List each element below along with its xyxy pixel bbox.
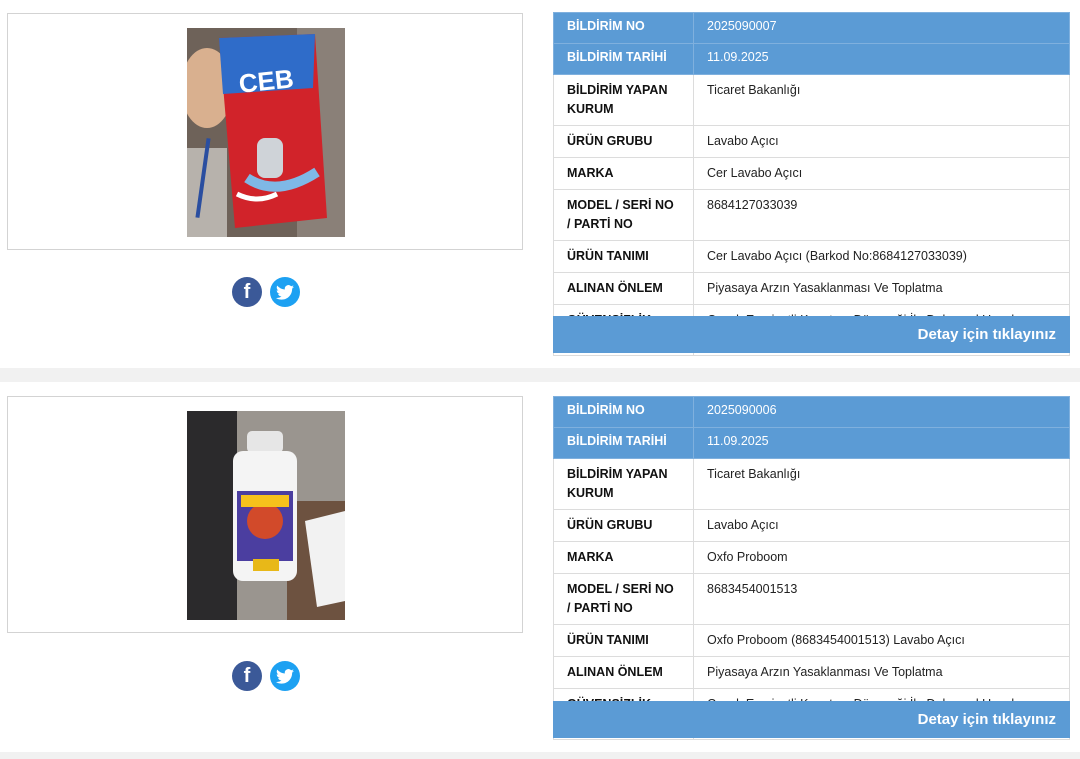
facebook-glyph: f xyxy=(243,280,251,303)
facebook-icon[interactable]: f xyxy=(232,277,262,307)
photo-brand-text: CEB xyxy=(237,63,295,99)
field-value: 11.09.2025 xyxy=(693,427,1070,459)
product-image-frame xyxy=(7,396,523,633)
field-label: BİLDİRİM TARİHİ xyxy=(553,427,694,459)
field-value: Ticaret Bakanlığı xyxy=(693,458,1070,510)
record-card: f BİLDİRİM NO 2025090006 BİLDİRİM TARİHİ… xyxy=(0,382,1080,752)
twitter-icon[interactable] xyxy=(270,277,300,307)
table-row: ÜRÜN GRUBU Lavabo Açıcı xyxy=(553,509,1070,542)
product-image-frame: CEB xyxy=(7,13,523,250)
field-label: MODEL / SERİ NO / PARTİ NO xyxy=(553,573,694,625)
table-row: BİLDİRİM TARİHİ 11.09.2025 xyxy=(553,427,1070,459)
field-label: BİLDİRİM YAPAN KURUM xyxy=(553,458,694,510)
field-label: BİLDİRİM TARİHİ xyxy=(553,43,694,75)
table-row: MARKA Oxfo Proboom xyxy=(553,541,1070,574)
table-row: ÜRÜN TANIMI Cer Lavabo Açıcı (Barkod No:… xyxy=(553,240,1070,273)
social-share: f xyxy=(232,661,300,691)
field-label: ÜRÜN GRUBU xyxy=(553,125,694,158)
field-label: BİLDİRİM NO xyxy=(553,12,694,44)
table-row: BİLDİRİM YAPAN KURUM Ticaret Bakanlığı xyxy=(553,74,1070,126)
field-label: BİLDİRİM YAPAN KURUM xyxy=(553,74,694,126)
field-value: 8683454001513 xyxy=(693,573,1070,625)
field-label: ALINAN ÖNLEM xyxy=(553,656,694,689)
field-label: ÜRÜN TANIMI xyxy=(553,624,694,657)
table-row: ALINAN ÖNLEM Piyasaya Arzın Yasaklanması… xyxy=(553,272,1070,305)
field-value: Piyasaya Arzın Yasaklanması Ve Toplatma xyxy=(693,272,1070,305)
field-value: Lavabo Açıcı xyxy=(693,125,1070,158)
table-row: ÜRÜN TANIMI Oxfo Proboom (8683454001513)… xyxy=(553,624,1070,657)
field-value: Oxfo Proboom xyxy=(693,541,1070,574)
field-value: 2025090007 xyxy=(693,12,1070,44)
facebook-icon[interactable]: f xyxy=(232,661,262,691)
field-value: Cer Lavabo Açıcı xyxy=(693,157,1070,190)
table-row: BİLDİRİM TARİHİ 11.09.2025 xyxy=(553,43,1070,75)
product-photo[interactable] xyxy=(187,411,345,620)
field-label: MODEL / SERİ NO / PARTİ NO xyxy=(553,189,694,241)
twitter-icon[interactable] xyxy=(270,661,300,691)
table-row: BİLDİRİM NO 2025090006 xyxy=(553,396,1070,428)
field-label: MARKA xyxy=(553,157,694,190)
field-label: ÜRÜN TANIMI xyxy=(553,240,694,273)
field-value: Piyasaya Arzın Yasaklanması Ve Toplatma xyxy=(693,656,1070,689)
table-row: ALINAN ÖNLEM Piyasaya Arzın Yasaklanması… xyxy=(553,656,1070,689)
table-row: BİLDİRİM YAPAN KURUM Ticaret Bakanlığı xyxy=(553,458,1070,510)
table-row: BİLDİRİM NO 2025090007 xyxy=(553,12,1070,44)
field-label: ALINAN ÖNLEM xyxy=(553,272,694,305)
field-value: Ticaret Bakanlığı xyxy=(693,74,1070,126)
field-value: Lavabo Açıcı xyxy=(693,509,1070,542)
table-row: MARKA Cer Lavabo Açıcı xyxy=(553,157,1070,190)
table-row: ÜRÜN GRUBU Lavabo Açıcı xyxy=(553,125,1070,158)
table-row: MODEL / SERİ NO / PARTİ NO 8684127033039 xyxy=(553,189,1070,241)
field-label: ÜRÜN GRUBU xyxy=(553,509,694,542)
record-divider xyxy=(0,368,1080,382)
field-label: MARKA xyxy=(553,541,694,574)
notification-table: BİLDİRİM NO 2025090007 BİLDİRİM TARİHİ 1… xyxy=(553,12,1070,356)
field-value: 11.09.2025 xyxy=(693,43,1070,75)
field-label: BİLDİRİM NO xyxy=(553,396,694,428)
product-photo[interactable]: CEB xyxy=(187,28,345,237)
record-card: CEB f BİLDİRİM NO 2025090007 BİLDİRİM TA… xyxy=(0,0,1080,368)
notification-table: BİLDİRİM NO 2025090006 BİLDİRİM TARİHİ 1… xyxy=(553,396,1070,740)
table-row: MODEL / SERİ NO / PARTİ NO 8683454001513 xyxy=(553,573,1070,625)
detail-button[interactable]: Detay için tıklayınız xyxy=(553,316,1070,353)
field-value: 2025090006 xyxy=(693,396,1070,428)
record-divider xyxy=(0,752,1080,759)
social-share: f xyxy=(232,277,300,307)
detail-button[interactable]: Detay için tıklayınız xyxy=(553,701,1070,738)
field-value: Oxfo Proboom (8683454001513) Lavabo Açıc… xyxy=(693,624,1070,657)
field-value: 8684127033039 xyxy=(693,189,1070,241)
field-value: Cer Lavabo Açıcı (Barkod No:868412703303… xyxy=(693,240,1070,273)
facebook-glyph: f xyxy=(243,664,251,687)
